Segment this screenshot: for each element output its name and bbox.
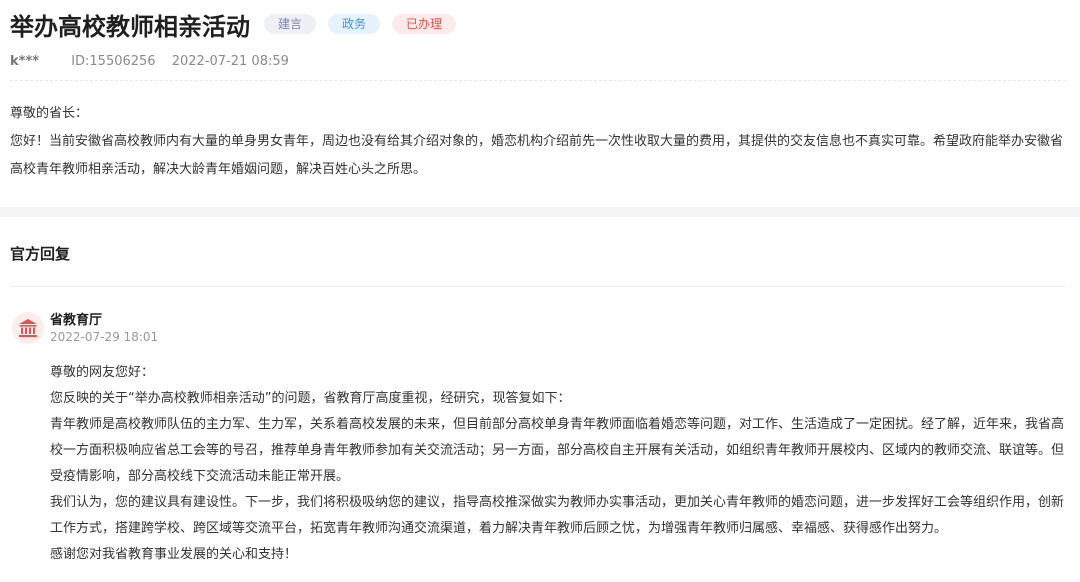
message-body: 您好！当前安徽省高校教师内有大量的单身男女青年，周边也没有给其介绍对象的，婚恋机… [10, 134, 1064, 177]
reply-paragraph: 青年教师是高校教师队伍的主力军、生力军，关系着高校发展的未来，但目前部分高校单身… [50, 417, 1065, 484]
message-content: 尊敬的省长： 您好！当前安徽省高校教师内有大量的单身男女青年，周边也没有给其介绍… [10, 100, 1068, 184]
reply-datetime: 2022-07-29 18:01 [50, 330, 159, 344]
page-title: 举办高校教师相亲活动 [10, 12, 250, 41]
post-meta: k*** ID:15506256 2022-07-21 08:59 [10, 54, 289, 69]
message-greeting: 尊敬的省长： [10, 106, 89, 121]
category-tag-suggestion[interactable]: 建言 [264, 14, 317, 34]
reply-title-divider [10, 286, 1066, 287]
reply-organization: 省教育厅 [50, 313, 103, 328]
category-tag-government[interactable]: 政务 [328, 14, 381, 34]
reply-paragraph: 尊敬的网友您好： [50, 365, 155, 380]
reply-section-title: 官方回复 [10, 245, 71, 263]
reply-paragraph: 感谢您对我省教育事业发展的关心和支持！ [50, 547, 298, 562]
author-name: k*** [10, 54, 40, 69]
reply-paragraph: 您反映的关于“举办高校教师相亲活动”的问题，省教育厅高度重视，经研究，现答复如下… [50, 391, 571, 406]
meta-divider [10, 80, 1066, 81]
post-id: ID:15506256 [71, 54, 156, 69]
reply-body: 尊敬的网友您好： 您反映的关于“举办高校教师相亲活动”的问题，省教育厅高度重视，… [50, 360, 1068, 568]
section-separator [0, 207, 1080, 217]
post-datetime: 2022-07-21 08:59 [171, 54, 289, 69]
status-badge: 已办理 [392, 14, 457, 34]
reply-paragraph: 我们认为，您的建议具有建设性。下一步，我们将积极吸纳您的建议，指导高校推深做实为… [50, 495, 1065, 536]
government-building-icon [12, 312, 44, 344]
page-header: 举办高校教师相亲活动 建言 政务 已办理 [10, 6, 468, 42]
